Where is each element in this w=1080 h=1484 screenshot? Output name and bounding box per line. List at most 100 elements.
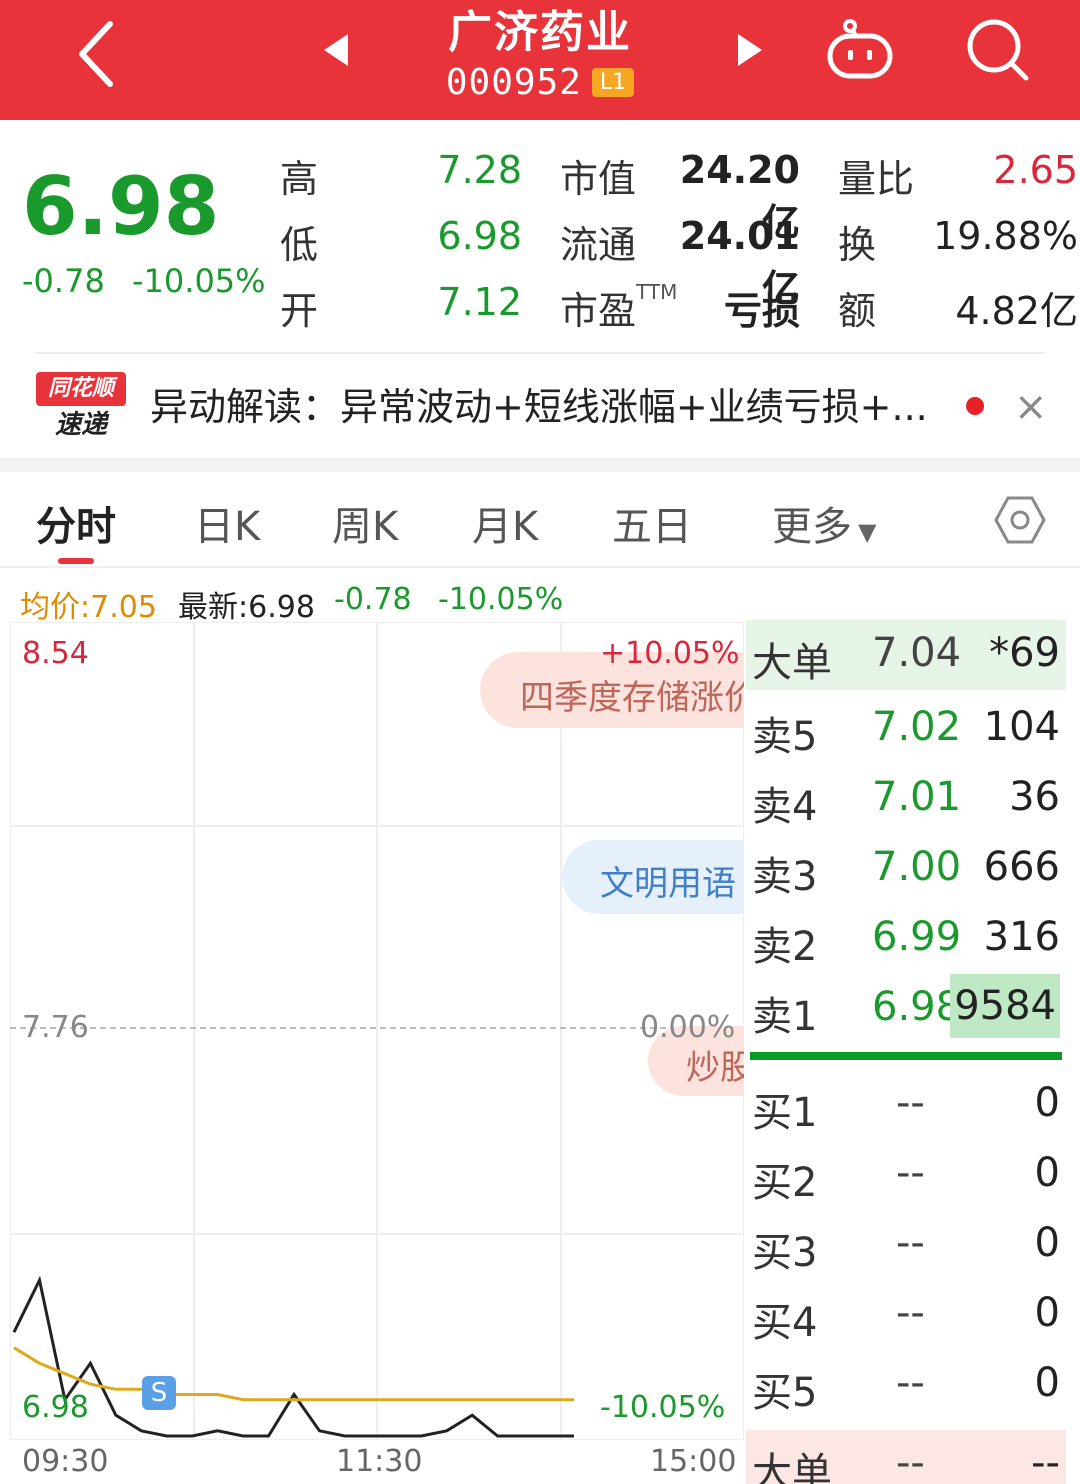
bid-price: -- (896, 1080, 925, 1126)
ask-row[interactable]: 卖3 7.00 666 (746, 834, 1066, 904)
latest-price: 最新:6.98 (178, 590, 315, 625)
latest-change-pct: -10.05% (438, 582, 564, 617)
bid-label: 买4 (752, 1300, 818, 1346)
section-gap (0, 458, 1080, 472)
bid-label: 买2 (752, 1160, 818, 1206)
turnover-value: 19.88% (933, 214, 1078, 258)
bid-price: -- (896, 1220, 925, 1266)
news-headline[interactable]: 异动解读：异常波动+短线涨幅+业绩亏损+... (150, 376, 928, 431)
tab-more[interactable]: 更多 ▼ (772, 494, 876, 552)
intraday-chart-svg (9, 621, 745, 1441)
civil-language-bubble[interactable]: 文明用语 (562, 840, 744, 914)
big-order-price-2: -- (896, 1440, 925, 1484)
bid-label: 买3 (752, 1230, 818, 1276)
amount-label: 额 (838, 289, 877, 333)
ask-price: 7.01 (872, 774, 962, 820)
ask-label: 卖1 (752, 994, 818, 1040)
time-midday: 11:30 (336, 1444, 423, 1479)
stock-code: 000952 (445, 62, 582, 103)
next-stock-icon[interactable] (728, 30, 768, 70)
tab-daily-k[interactable]: 日K (194, 494, 260, 552)
big-order-label-2: 大单 (752, 1450, 832, 1484)
chart-bottom-pct: -10.05% (600, 1390, 726, 1425)
ask-volume: 36 (1009, 774, 1060, 820)
volume-ratio-value: 2.65 (993, 148, 1078, 192)
ttm-superscript: TTM (636, 280, 678, 304)
bid-volume: 0 (1034, 1150, 1060, 1196)
stock-header: 广济药业 000952 L1 (0, 0, 1080, 120)
ask-label: 卖5 (752, 714, 818, 760)
bid-row[interactable]: 买5 -- 0 (746, 1350, 1066, 1420)
chart-mid-pct: 0.00% (640, 1010, 736, 1045)
bid-price: -- (896, 1290, 925, 1336)
settings-icon[interactable] (994, 494, 1046, 546)
float-cap-label: 流通 (560, 223, 637, 267)
big-order-label: 大单 (752, 640, 832, 686)
price-change: -0.78 (22, 262, 105, 300)
high-label: 高 (280, 157, 319, 201)
open-value: 7.12 (437, 280, 522, 324)
chart-top-price: 8.54 (22, 636, 89, 671)
tab-weekly-k[interactable]: 周K (332, 494, 398, 552)
low-value: 6.98 (437, 214, 522, 258)
stock-name: 广济药业 (448, 7, 632, 58)
chart-bottom-price: 6.98 (22, 1390, 89, 1425)
ask-row[interactable]: 卖5 7.02 104 (746, 694, 1066, 764)
ask-label: 卖2 (752, 924, 818, 970)
close-icon[interactable]: × (1014, 384, 1048, 430)
amount-value: 4.82亿 (955, 289, 1078, 333)
tab-monthly-k[interactable]: 月K (472, 494, 538, 552)
news-logo: 同花顺 速递 (36, 372, 126, 444)
bid-row[interactable]: 买2 -- 0 (746, 1140, 1066, 1210)
ask-row[interactable]: 卖2 6.99 316 (746, 904, 1066, 974)
big-order-volume-2: -- (1031, 1440, 1060, 1484)
bid-label: 买5 (752, 1370, 818, 1416)
chart-top-pct: +10.05% (600, 636, 740, 671)
ask-volume: 9584 (950, 974, 1060, 1038)
bid-row[interactable]: 买3 -- 0 (746, 1210, 1066, 1280)
sell-signal-marker[interactable]: S (142, 1376, 176, 1410)
active-tab-indicator (58, 558, 94, 564)
ask-price: 7.00 (872, 844, 962, 890)
intraday-chart[interactable] (9, 621, 745, 1441)
search-icon[interactable] (962, 14, 1034, 86)
turnover-label: 换 (838, 223, 877, 267)
bid-row[interactable]: 买1 -- 0 (746, 1070, 1066, 1140)
ask-price: 7.02 (872, 704, 962, 750)
divider (34, 352, 1046, 354)
big-order-row-2[interactable]: 大单 -- -- (746, 1430, 1066, 1484)
ask-label: 卖4 (752, 784, 818, 830)
previous-stock-icon[interactable] (318, 30, 358, 70)
level-badge: L1 (591, 68, 635, 97)
ask-label: 卖3 (752, 854, 818, 900)
ask-price: 6.99 (872, 914, 962, 960)
market-cap-label: 市值 (560, 157, 637, 201)
chart-mid-price: 7.76 (22, 1010, 89, 1045)
unread-dot (966, 397, 984, 415)
ask-volume: 104 (983, 704, 1060, 750)
price-change-pct: -10.05% (132, 262, 266, 300)
bid-price: -- (896, 1150, 925, 1196)
robot-assistant-icon[interactable] (824, 14, 896, 86)
bid-label: 买1 (752, 1090, 818, 1136)
ask-price: 6.98 (872, 984, 962, 1030)
bid-volume: 0 (1034, 1080, 1060, 1126)
big-order-row[interactable]: 大单 7.04 *69 (746, 620, 1066, 690)
bid-volume: 0 (1034, 1220, 1060, 1266)
bid-ask-separator (750, 1052, 1062, 1060)
tab-intraday[interactable]: 分时 (36, 494, 116, 552)
time-open: 09:30 (22, 1444, 109, 1479)
volume-ratio-label: 量比 (838, 157, 915, 201)
bid-volume: 0 (1034, 1360, 1060, 1406)
tab-five-day[interactable]: 五日 (612, 494, 692, 552)
ask-row[interactable]: 卖4 7.01 36 (746, 764, 1066, 834)
pe-value: 亏损 (723, 289, 800, 333)
ask-volume: 666 (983, 844, 1060, 890)
bid-row[interactable]: 买4 -- 0 (746, 1280, 1066, 1350)
avg-price: 均价:7.05 (20, 590, 157, 625)
tab-border (0, 566, 1080, 568)
ask-volume: 316 (983, 914, 1060, 960)
ask-row[interactable]: 卖1 6.98 9584 (746, 974, 1066, 1044)
big-order-price: 7.04 (872, 630, 962, 676)
back-icon[interactable] (70, 10, 130, 90)
